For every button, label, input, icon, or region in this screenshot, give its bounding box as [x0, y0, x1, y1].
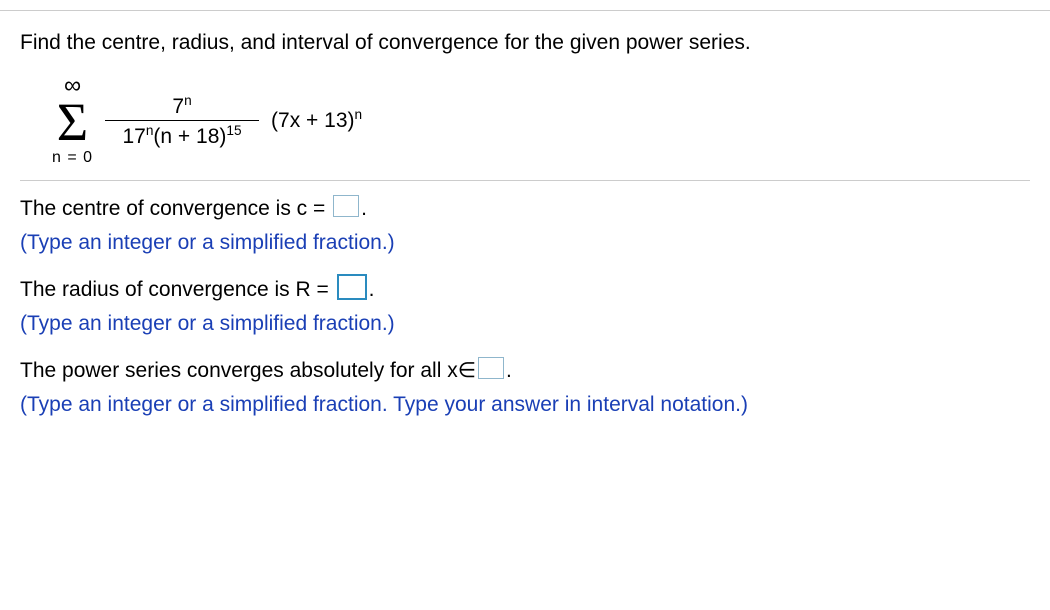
power-term: (7x + 13)n	[271, 107, 362, 133]
fraction-bar	[105, 120, 259, 121]
coefficient-fraction: 7n 17n(n + 18)15	[105, 94, 259, 147]
question-content: Find the centre, radius, and interval of…	[0, 11, 1050, 420]
mid-divider	[20, 180, 1030, 181]
centre-answer-input[interactable]	[333, 195, 359, 217]
radius-answer-input[interactable]	[337, 274, 367, 300]
summation-lower-limit: n = 0	[52, 150, 93, 166]
radius-hint: (Type an integer or a simplified fractio…	[20, 308, 1030, 340]
interval-hint: (Type an integer or a simplified fractio…	[20, 389, 1030, 421]
radius-question: The radius of convergence is R = .	[20, 274, 1030, 306]
fraction-numerator: 7n	[172, 94, 191, 117]
question-prompt: Find the centre, radius, and interval of…	[20, 29, 1030, 56]
interval-answer-input[interactable]	[478, 357, 504, 379]
interval-question: The power series converges absolutely fo…	[20, 355, 1030, 387]
centre-question: The centre of convergence is c = .	[20, 193, 1030, 225]
power-series-formula: ∞ Σ n = 0 7n 17n(n + 18)15 (7x + 13)n	[20, 74, 1030, 166]
sigma-icon: Σ	[57, 100, 88, 146]
summation-symbol: ∞ Σ n = 0	[52, 74, 93, 166]
centre-hint: (Type an integer or a simplified fractio…	[20, 227, 1030, 259]
fraction-denominator: 17n(n + 18)15	[122, 124, 241, 147]
